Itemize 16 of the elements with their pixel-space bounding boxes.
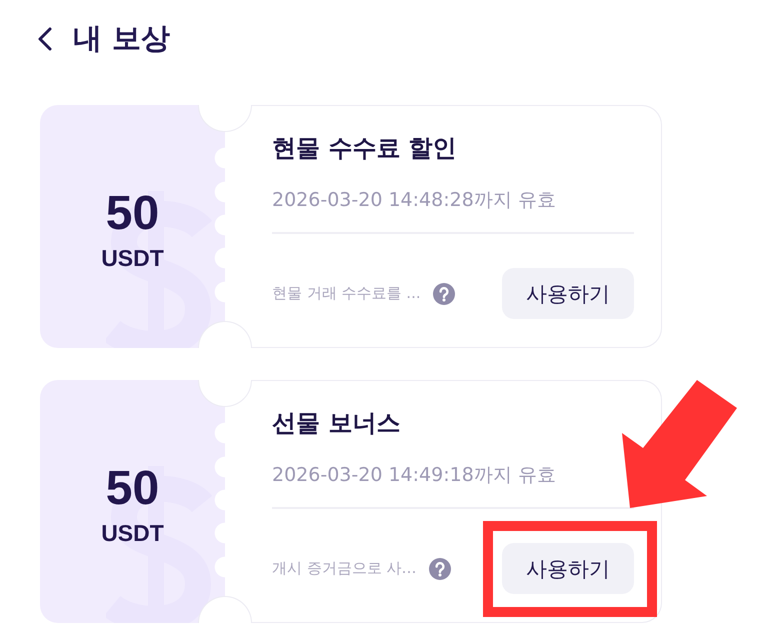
use-button[interactable]: 사용하기 xyxy=(502,543,634,594)
reward-currency: USDT xyxy=(101,246,164,270)
coupon-title: 현물 수수료 할인 xyxy=(272,133,458,163)
back-icon xyxy=(37,26,53,50)
validity-text: 2026-03-20 14:49:18까지 유효 xyxy=(272,463,557,487)
coupon-description: 현물 거래 수수료를 ... xyxy=(272,284,421,303)
reward-amount: 50 xyxy=(106,190,160,238)
use-button[interactable]: 사용하기 xyxy=(502,268,634,319)
reward-currency: USDT xyxy=(101,522,164,544)
validity-text: 2026-03-20 14:48:28까지 유효 xyxy=(272,188,557,212)
coupon-title: 선물 보너스 xyxy=(272,408,402,438)
coupon-description: 개시 증거금으로 사… xyxy=(272,559,417,578)
help-icon[interactable] xyxy=(428,558,451,580)
page-title: 내 보상 xyxy=(73,21,170,56)
reward-amount: 50 xyxy=(106,464,160,512)
help-icon[interactable] xyxy=(432,282,455,304)
